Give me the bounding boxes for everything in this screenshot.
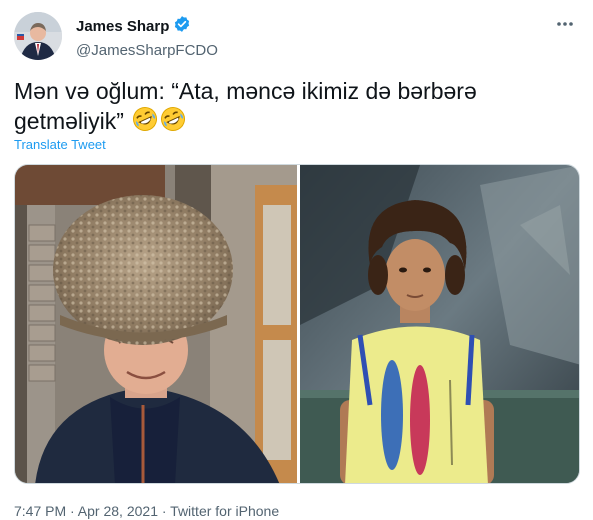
author-names: James Sharp @JamesSharpFCDO (76, 15, 218, 61)
more-horizontal-icon[interactable] (553, 14, 577, 34)
author-display-name-row[interactable]: James Sharp (76, 15, 191, 39)
tweet: James Sharp @JamesSharpFCDO Mən və oğlum… (0, 0, 593, 520)
rolling-on-floor-laughing-icon (160, 106, 186, 139)
tweet-media[interactable] (14, 164, 580, 484)
rolling-on-floor-laughing-icon (132, 106, 158, 139)
translate-tweet-link[interactable]: Translate Tweet (14, 137, 106, 152)
tweet-metadata[interactable]: 7:47 PM · Apr 28, 2021 · Twitter for iPh… (14, 503, 279, 519)
tweet-text-line-1: Mən və oğlum: “Ata, məncə ikimiz də bərb… (14, 78, 477, 104)
author-display-name[interactable]: James Sharp (76, 17, 169, 37)
tweet-header: James Sharp @JamesSharpFCDO (14, 12, 579, 62)
photo-man-in-sheepskin-hat[interactable] (15, 165, 297, 483)
tweet-text: Mən və oğlum: “Ata, məncə ikimiz də bərb… (14, 76, 579, 139)
avatar-image (14, 12, 62, 60)
photo-boy-with-curly-hair[interactable] (300, 165, 579, 483)
tweet-text-line-2-row: getməliyik” (14, 106, 579, 139)
author-handle[interactable]: @JamesSharpFCDO (76, 41, 218, 61)
verified-badge-icon (173, 15, 191, 39)
tweet-text-line-2: getməliyik” (14, 108, 124, 134)
avatar[interactable] (14, 12, 62, 60)
